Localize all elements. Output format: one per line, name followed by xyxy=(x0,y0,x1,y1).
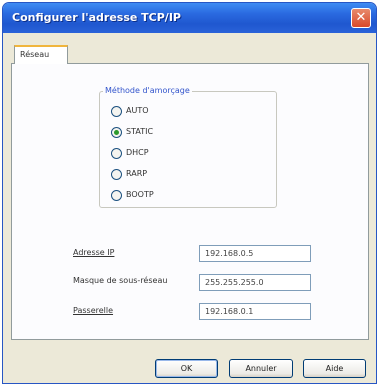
radio-static[interactable] xyxy=(111,127,122,138)
window-title: Configurer l'adresse TCP/IP xyxy=(12,11,181,24)
radio-label-auto: AUTO xyxy=(126,106,149,115)
radio-bootp[interactable] xyxy=(111,190,122,201)
subnet-mask-field[interactable]: 255.255.255.0 xyxy=(199,274,311,291)
radio-dhcp[interactable] xyxy=(111,148,122,159)
cancel-button[interactable]: Annuler xyxy=(229,359,293,378)
tab-label: Réseau xyxy=(20,50,50,59)
ip-address-field[interactable]: 192.168.0.5 xyxy=(199,245,311,262)
ip-address-label: Adresse IP xyxy=(73,248,115,257)
tab-panel: Méthode d'amorçage AUTO STATIC DHCP RARP… xyxy=(11,63,369,340)
close-button[interactable]: ✕ xyxy=(351,8,371,28)
tab-reseau[interactable]: Réseau xyxy=(14,45,68,64)
help-button[interactable]: Aide xyxy=(303,359,366,378)
ok-button[interactable]: OK xyxy=(155,359,218,378)
tcpip-dialog: Configurer l'adresse TCP/IP ✕ Réseau Mét… xyxy=(2,2,377,384)
radio-label-bootp: BOOTP xyxy=(126,190,154,199)
radio-label-rarp: RARP xyxy=(126,169,148,178)
boot-method-legend: Méthode d'amorçage xyxy=(103,86,192,95)
close-icon: ✕ xyxy=(355,10,367,25)
subnet-mask-label: Masque de sous-réseau xyxy=(73,276,168,285)
radio-auto[interactable] xyxy=(111,106,122,117)
gateway-label: Passerelle xyxy=(73,306,114,315)
gateway-field[interactable]: 192.168.0.1 xyxy=(199,303,311,320)
radio-label-static: STATIC xyxy=(126,127,154,136)
boot-method-group: Méthode d'amorçage AUTO STATIC DHCP RARP… xyxy=(99,86,277,208)
radio-rarp[interactable] xyxy=(111,169,122,180)
title-bar[interactable]: Configurer l'adresse TCP/IP ✕ xyxy=(3,3,376,33)
radio-label-dhcp: DHCP xyxy=(126,148,149,157)
